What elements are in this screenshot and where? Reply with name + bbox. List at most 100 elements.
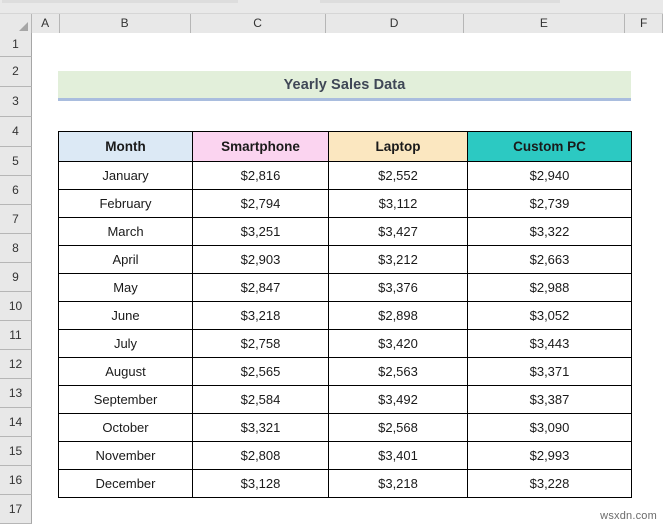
column-header-e[interactable]: E <box>464 14 626 33</box>
table-row[interactable]: March$3,251$3,427$3,322 <box>59 218 632 246</box>
cell-month[interactable]: April <box>59 246 193 274</box>
table-row[interactable]: December$3,128$3,218$3,228 <box>59 470 632 498</box>
cell-custom-pc[interactable]: $3,443 <box>468 330 632 358</box>
chrome-segment <box>2 0 238 3</box>
cell-custom-pc[interactable]: $2,940 <box>468 162 632 190</box>
cell-custom-pc[interactable]: $3,322 <box>468 218 632 246</box>
row-header-1[interactable]: 1 <box>0 33 32 57</box>
cell-laptop[interactable]: $3,401 <box>329 442 468 470</box>
cell-month[interactable]: November <box>59 442 193 470</box>
cell-custom-pc[interactable]: $3,090 <box>468 414 632 442</box>
row-header-11[interactable]: 11 <box>0 321 32 350</box>
window-chrome-strip <box>0 0 663 14</box>
table-row[interactable]: April$2,903$3,212$2,663 <box>59 246 632 274</box>
cell-custom-pc[interactable]: $2,993 <box>468 442 632 470</box>
column-header-row: ABCDEF <box>0 14 663 33</box>
cell-month[interactable]: October <box>59 414 193 442</box>
row-header-17[interactable]: 17 <box>0 495 32 524</box>
cell-laptop[interactable]: $2,552 <box>329 162 468 190</box>
table-row[interactable]: July$2,758$3,420$3,443 <box>59 330 632 358</box>
cell-smartphone[interactable]: $3,321 <box>193 414 329 442</box>
row-header-10[interactable]: 10 <box>0 292 32 321</box>
cell-laptop[interactable]: $2,568 <box>329 414 468 442</box>
cell-month[interactable]: February <box>59 190 193 218</box>
cell-custom-pc[interactable]: $3,387 <box>468 386 632 414</box>
cell-laptop[interactable]: $3,376 <box>329 274 468 302</box>
cell-laptop[interactable]: $3,427 <box>329 218 468 246</box>
cell-month[interactable]: December <box>59 470 193 498</box>
cell-smartphone[interactable]: $2,584 <box>193 386 329 414</box>
row-header-15[interactable]: 15 <box>0 437 32 466</box>
cell-smartphone[interactable]: $3,128 <box>193 470 329 498</box>
cell-month[interactable]: January <box>59 162 193 190</box>
table-row[interactable]: October$3,321$2,568$3,090 <box>59 414 632 442</box>
select-all-corner-button[interactable] <box>0 14 32 33</box>
table-row[interactable]: June$3,218$2,898$3,052 <box>59 302 632 330</box>
row-header-7[interactable]: 7 <box>0 205 32 234</box>
table-row[interactable]: August$2,565$2,563$3,371 <box>59 358 632 386</box>
select-all-triangle-icon <box>19 22 28 31</box>
cell-laptop[interactable]: $3,420 <box>329 330 468 358</box>
row-header-14[interactable]: 14 <box>0 408 32 437</box>
row-header-12[interactable]: 12 <box>0 350 32 379</box>
table-header-row: MonthSmartphoneLaptopCustom PC <box>59 132 632 162</box>
cell-smartphone[interactable]: $2,758 <box>193 330 329 358</box>
row-header-3[interactable]: 3 <box>0 87 32 117</box>
cell-custom-pc[interactable]: $2,739 <box>468 190 632 218</box>
table-row[interactable]: January$2,816$2,552$2,940 <box>59 162 632 190</box>
cell-smartphone[interactable]: $2,565 <box>193 358 329 386</box>
cell-laptop[interactable]: $3,212 <box>329 246 468 274</box>
spreadsheet-grid[interactable]: ABCDEF 1234567891011121314151617 Yearly … <box>0 14 663 526</box>
sales-data-table[interactable]: MonthSmartphoneLaptopCustom PC January$2… <box>58 131 632 498</box>
table-header-laptop[interactable]: Laptop <box>329 132 468 162</box>
cell-month[interactable]: July <box>59 330 193 358</box>
cell-month[interactable]: March <box>59 218 193 246</box>
cell-smartphone[interactable]: $2,808 <box>193 442 329 470</box>
cell-custom-pc[interactable]: $3,228 <box>468 470 632 498</box>
row-header-gutter: 1234567891011121314151617 <box>0 33 32 524</box>
column-header-a[interactable]: A <box>32 14 60 33</box>
row-header-5[interactable]: 5 <box>0 147 32 176</box>
title-banner-cell[interactable]: Yearly Sales Data <box>58 71 631 101</box>
cell-smartphone[interactable]: $2,847 <box>193 274 329 302</box>
cell-laptop[interactable]: $2,898 <box>329 302 468 330</box>
table-row[interactable]: February$2,794$3,112$2,739 <box>59 190 632 218</box>
cell-custom-pc[interactable]: $2,988 <box>468 274 632 302</box>
row-header-9[interactable]: 9 <box>0 263 32 292</box>
table-header-month[interactable]: Month <box>59 132 193 162</box>
table-row[interactable]: September$2,584$3,492$3,387 <box>59 386 632 414</box>
cell-laptop[interactable]: $3,492 <box>329 386 468 414</box>
row-header-2[interactable]: 2 <box>0 57 32 87</box>
cell-month[interactable]: June <box>59 302 193 330</box>
row-header-13[interactable]: 13 <box>0 379 32 408</box>
cell-custom-pc[interactable]: $2,663 <box>468 246 632 274</box>
row-header-4[interactable]: 4 <box>0 117 32 147</box>
row-header-16[interactable]: 16 <box>0 466 32 495</box>
cell-laptop[interactable]: $3,112 <box>329 190 468 218</box>
row-header-8[interactable]: 8 <box>0 234 32 263</box>
cell-smartphone[interactable]: $3,218 <box>193 302 329 330</box>
table-body[interactable]: January$2,816$2,552$2,940February$2,794$… <box>59 162 632 498</box>
cell-smartphone[interactable]: $2,816 <box>193 162 329 190</box>
cell-custom-pc[interactable]: $3,371 <box>468 358 632 386</box>
cell-month[interactable]: September <box>59 386 193 414</box>
table-header-smartphone[interactable]: Smartphone <box>193 132 329 162</box>
column-header-d[interactable]: D <box>326 14 464 33</box>
cell-smartphone[interactable]: $2,903 <box>193 246 329 274</box>
table-header-custom-pc[interactable]: Custom PC <box>468 132 632 162</box>
chrome-segment <box>320 0 560 3</box>
cell-month[interactable]: August <box>59 358 193 386</box>
cell-laptop[interactable]: $2,563 <box>329 358 468 386</box>
cell-smartphone[interactable]: $3,251 <box>193 218 329 246</box>
table-row[interactable]: May$2,847$3,376$2,988 <box>59 274 632 302</box>
cell-month[interactable]: May <box>59 274 193 302</box>
table-row[interactable]: November$2,808$3,401$2,993 <box>59 442 632 470</box>
grid-canvas[interactable]: Yearly Sales Data MonthSmartphoneLaptopC… <box>32 33 663 526</box>
cell-smartphone[interactable]: $2,794 <box>193 190 329 218</box>
row-header-6[interactable]: 6 <box>0 176 32 205</box>
column-header-c[interactable]: C <box>191 14 326 33</box>
column-header-f[interactable]: F <box>625 14 663 33</box>
cell-custom-pc[interactable]: $3,052 <box>468 302 632 330</box>
cell-laptop[interactable]: $3,218 <box>329 470 468 498</box>
column-header-b[interactable]: B <box>60 14 191 33</box>
